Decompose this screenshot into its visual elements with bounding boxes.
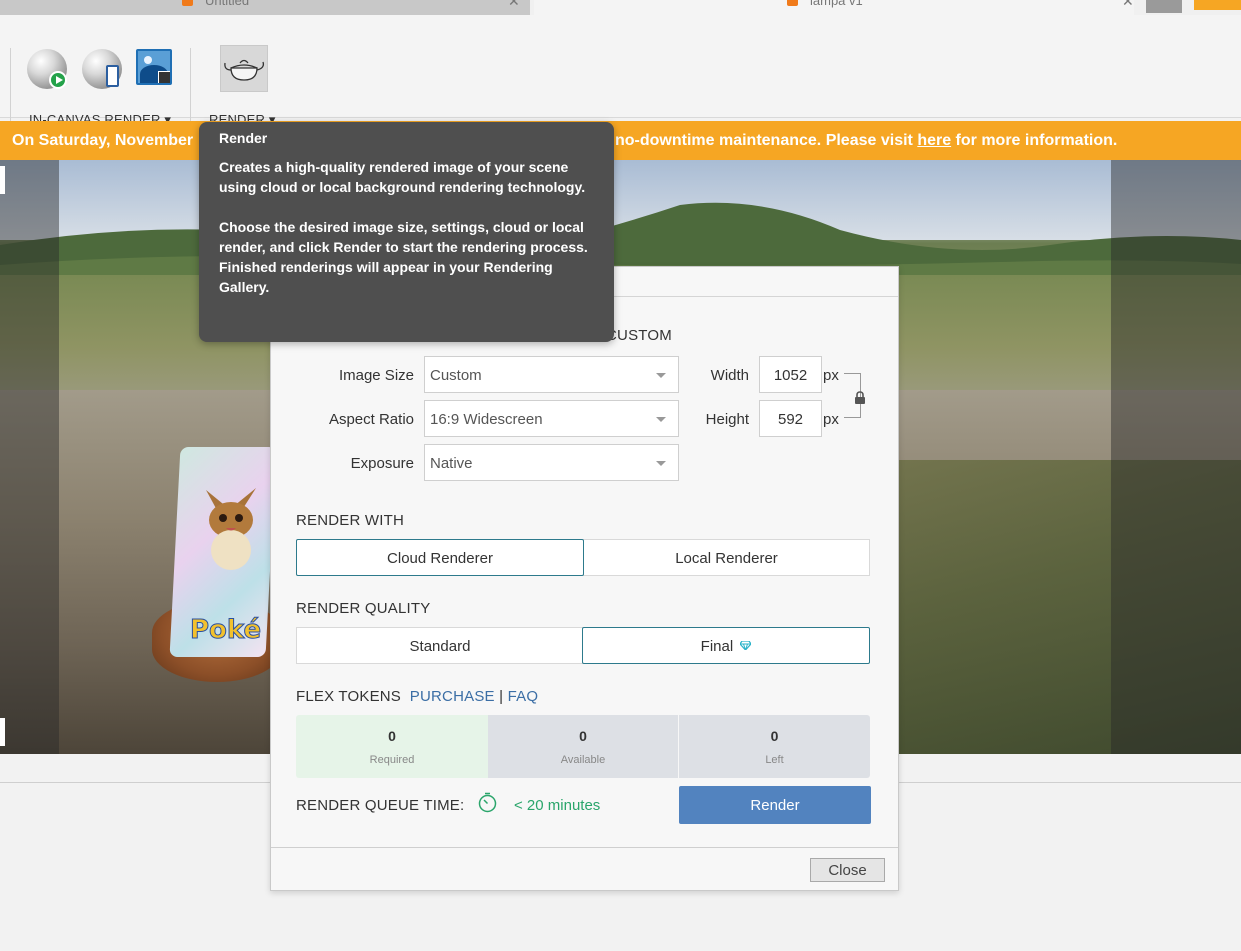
eevee-figure <box>206 488 256 570</box>
tab-label: Untitled <box>205 0 250 8</box>
banner-here-link[interactable]: here <box>917 132 951 149</box>
tokens-available-card: 0 Available <box>488 715 678 778</box>
fusion-cube-icon <box>182 0 193 6</box>
image-size-section-title: CUSTOM <box>606 327 672 344</box>
tokens-required-label: Required <box>369 754 415 766</box>
canvas-crop-mask-right <box>1111 160 1241 754</box>
render-toolbar: IN-CANVAS RENDER ▾ RENDER ▾ <box>0 15 1241 128</box>
settings-panel-icon <box>106 65 119 87</box>
faq-link[interactable]: FAQ <box>508 688 539 705</box>
exposure-value: Native <box>430 455 473 472</box>
chevron-down-icon <box>656 461 666 466</box>
render-queue-time-value: < 20 minutes <box>514 797 601 814</box>
flex-tokens-title: FLEX TOKENS <box>296 688 402 705</box>
tokens-available-value: 0 <box>579 728 587 744</box>
toolbar-divider <box>190 48 191 128</box>
model-brand-text: Poké <box>189 615 262 646</box>
document-tab-strip: Untitled ✕ lampa v1 ✕ <box>0 0 1241 15</box>
in-canvas-render-start-icon[interactable] <box>27 49 67 89</box>
account-button[interactable] <box>1194 0 1241 10</box>
save-icon <box>158 71 170 83</box>
tokens-left-card: 0 Left <box>679 715 870 778</box>
height-unit: px <box>823 411 839 428</box>
crop-handle-bottom[interactable] <box>0 718 5 746</box>
new-tab-button[interactable] <box>1146 0 1182 13</box>
final-quality-label: Final <box>700 638 734 655</box>
banner-text-right: no-downtime maintenance. Please visit he… <box>615 132 1118 149</box>
cloud-renderer-option[interactable]: Cloud Renderer <box>296 539 584 576</box>
lock-icon[interactable] <box>854 391 866 404</box>
link-separator: | <box>499 688 504 705</box>
purchase-link[interactable]: PURCHASE <box>410 688 495 705</box>
tooltip-paragraph-1: Creates a high-quality rendered image of… <box>219 159 586 195</box>
width-label: Width <box>710 367 749 384</box>
tab-close-icon[interactable]: ✕ <box>1122 0 1134 10</box>
final-quality-option[interactable]: Final <box>582 627 870 664</box>
aspect-ratio-label: Aspect Ratio <box>328 411 414 428</box>
render-with-title: RENDER WITH <box>296 512 405 529</box>
image-size-label: Image Size <box>338 367 414 384</box>
height-label: Height <box>705 411 749 428</box>
width-input[interactable]: 1052 <box>759 356 822 393</box>
document-tab-untitled[interactable]: Untitled ✕ <box>0 0 530 15</box>
render-queue-label: RENDER QUEUE TIME: <box>296 797 465 814</box>
image-size-value: Custom <box>430 367 482 384</box>
aspect-ratio-value: 16:9 Widescreen <box>430 411 543 428</box>
diamond-icon <box>740 641 752 650</box>
tokens-required-value: 0 <box>388 728 396 744</box>
local-renderer-option[interactable]: Local Renderer <box>583 539 870 576</box>
canvas-crop-mask-left <box>0 160 59 754</box>
maintenance-banner: On Saturday, November no-downtime mainte… <box>0 121 1241 160</box>
flex-tokens-header: FLEX TOKENS PURCHASE | FAQ <box>296 688 538 705</box>
tooltip-paragraph-2: Choose the desired image size, settings,… <box>219 219 588 295</box>
toolbar-divider <box>10 48 11 128</box>
render-quality-title: RENDER QUALITY <box>296 600 431 617</box>
capture-image-icon[interactable] <box>136 49 172 85</box>
render-settings-dialog: CUSTOM Image Size Custom Aspect Ratio 16… <box>270 266 899 891</box>
render-tooltip: Render Creates a high-quality rendered i… <box>199 122 614 342</box>
width-unit: px <box>823 367 839 384</box>
exposure-select[interactable]: Native <box>424 444 679 481</box>
standard-quality-option[interactable]: Standard <box>296 627 584 664</box>
in-canvas-render-settings-icon[interactable] <box>82 49 122 89</box>
dialog-footer-divider <box>271 847 898 848</box>
render-teapot-icon[interactable] <box>220 45 268 92</box>
fusion-cube-icon <box>787 0 798 6</box>
stopwatch-icon <box>478 792 497 813</box>
tokens-required-card: 0 Required <box>296 715 488 778</box>
close-button[interactable]: Close <box>810 858 885 882</box>
render-button[interactable]: Render <box>679 786 871 824</box>
tokens-available-label: Available <box>560 754 606 766</box>
tooltip-title: Render <box>219 130 268 146</box>
exposure-label: Exposure <box>350 455 414 472</box>
play-icon <box>49 71 67 89</box>
tab-label: lampa v1 <box>810 0 863 8</box>
banner-text-left: On Saturday, November <box>12 132 194 149</box>
height-input[interactable]: 592 <box>759 400 822 437</box>
tab-close-icon[interactable]: ✕ <box>508 0 520 10</box>
crop-handle-top[interactable] <box>0 166 5 194</box>
document-tab-lampa[interactable]: lampa v1 ✕ <box>534 0 1134 15</box>
tokens-left-value: 0 <box>770 728 779 744</box>
tokens-left-label: Left <box>765 754 784 766</box>
